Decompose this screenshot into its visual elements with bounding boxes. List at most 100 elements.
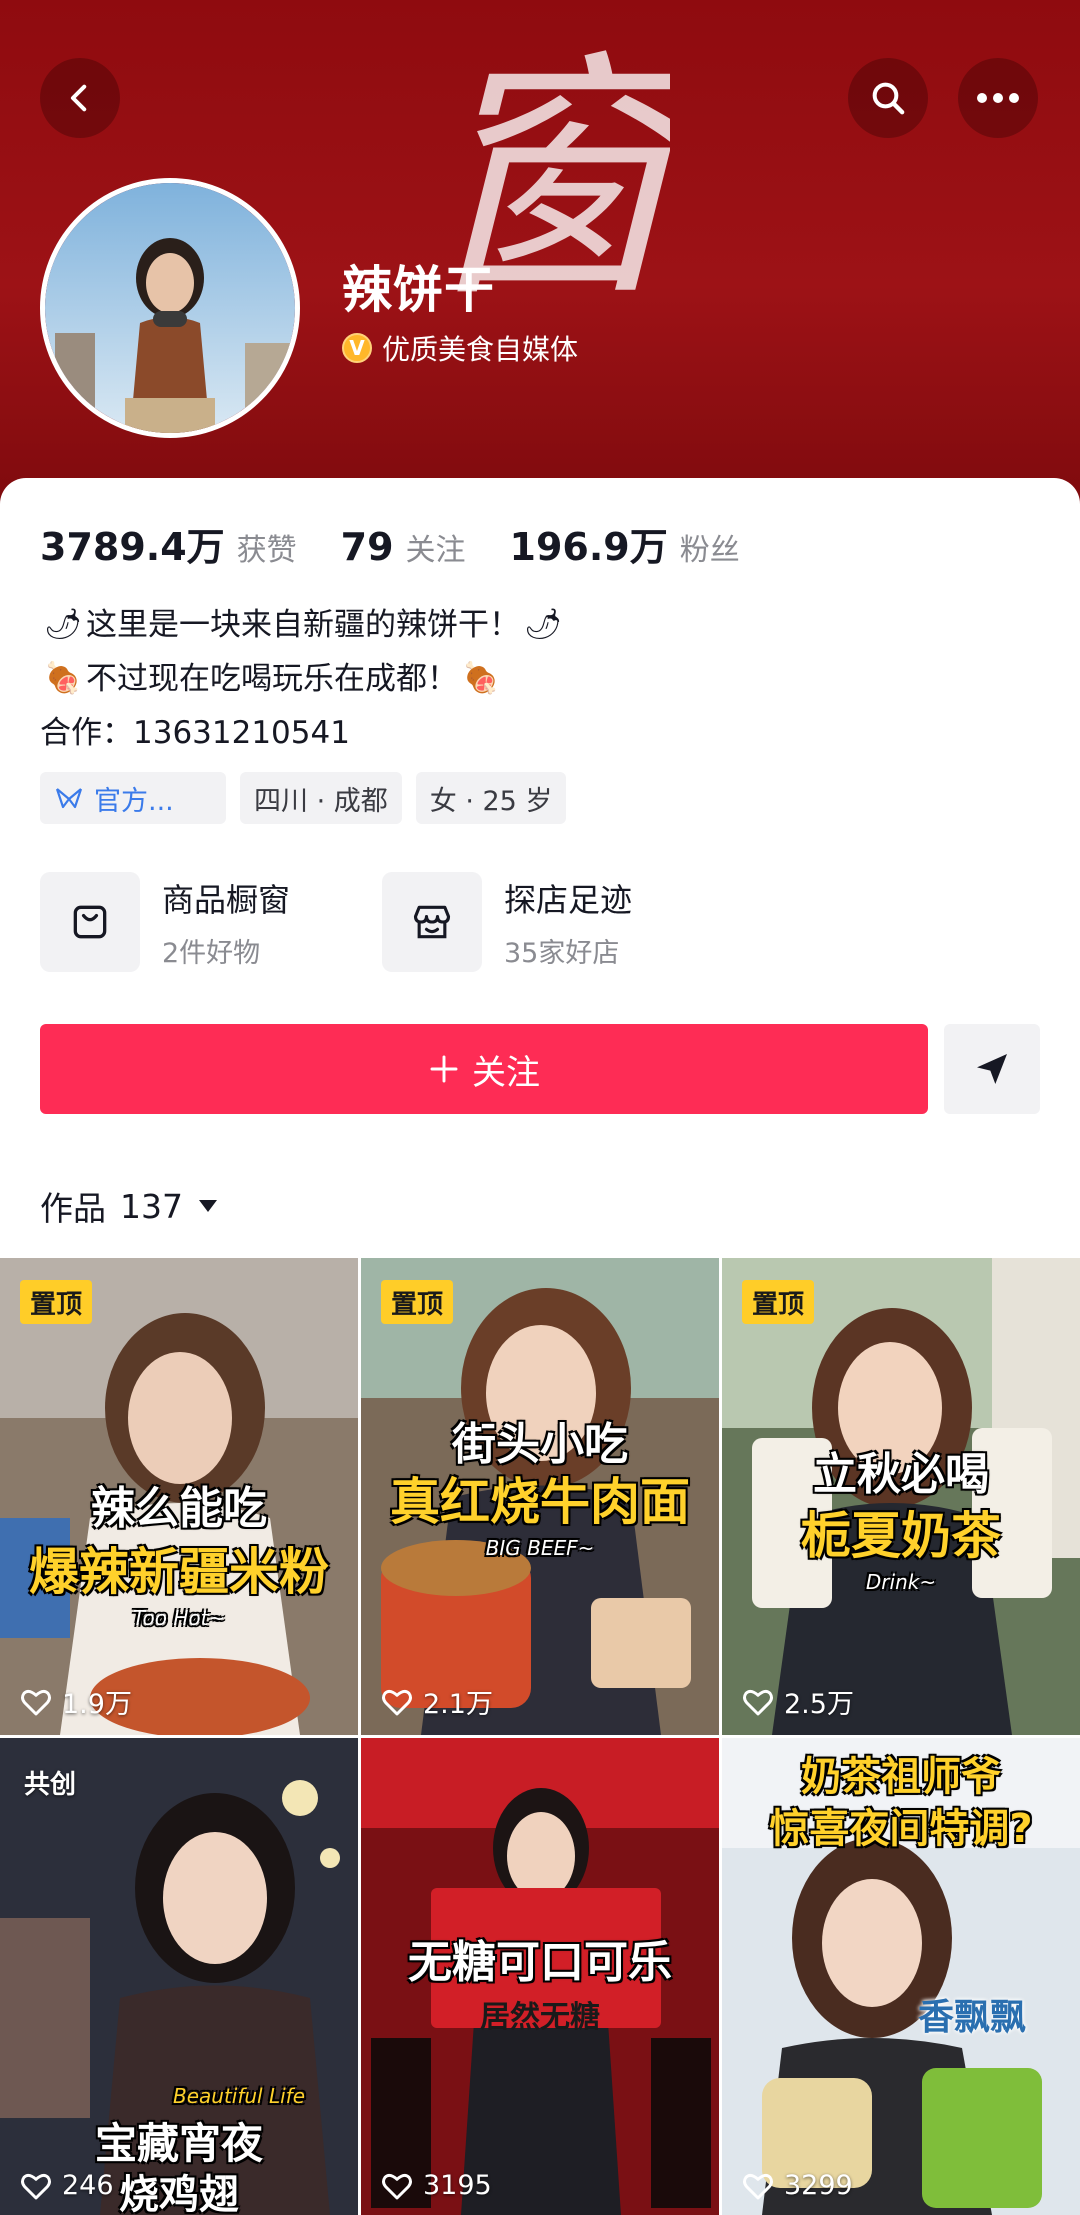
works-tab[interactable]: 作品 137 xyxy=(40,1182,219,1230)
like-count-text: 3299 xyxy=(784,2170,853,2201)
stat-fans[interactable]: 196.9万 粉丝 xyxy=(510,516,740,571)
plus-icon xyxy=(430,1055,458,1083)
bio-line-1-text: 这里是一块来自新疆的辣饼干！ xyxy=(86,607,520,643)
like-count-text: 2.5万 xyxy=(784,1689,854,1720)
heart-icon xyxy=(382,2173,412,2199)
product-showcase-sub: 2件好物 xyxy=(162,937,261,969)
video-caption-line3: Too Hot~ xyxy=(132,1606,226,1630)
product-showcase-entry[interactable]: 商品橱窗 2件好物 xyxy=(40,872,382,972)
back-button[interactable] xyxy=(40,58,120,138)
store-visits-sub: 35家好店 xyxy=(504,937,620,969)
video-caption-line1: Beautiful Life xyxy=(172,2084,306,2108)
like-count-text: 3195 xyxy=(423,2170,492,2201)
stat-likes[interactable]: 3789.4万 获赞 xyxy=(40,516,297,571)
video-caption-line1: 奶茶祖师爷 xyxy=(801,1754,1001,1800)
avatar-image xyxy=(45,183,295,433)
profile-header: 窗 辣饼干 V 优质美食自媒体 xyxy=(0,0,1080,520)
video-card[interactable]: 奶茶祖师爷 惊喜夜间特调? 香飘飘 3299 xyxy=(722,1738,1080,2215)
official-tag-label: 官方... xyxy=(94,785,174,817)
like-count: 246 xyxy=(20,2170,114,2201)
stat-likes-number: 3789.4万 xyxy=(40,525,225,569)
like-count-text: 2.1万 xyxy=(423,1689,493,1720)
official-account-icon xyxy=(55,788,83,809)
meat-icon: 🍖 xyxy=(462,661,500,696)
pinned-badge: 置顶 xyxy=(742,1280,815,1324)
video-caption-line1: 辣么能吃 xyxy=(91,1483,267,1534)
like-count-text: 1.9万 xyxy=(62,1689,132,1720)
video-caption-line2: 栀夏奶茶 xyxy=(801,1507,1001,1565)
search-icon xyxy=(872,82,905,115)
more-button[interactable] xyxy=(958,58,1038,138)
works-label: 作品 xyxy=(40,1189,106,1228)
tag-row: 官方... 四川 · 成都 女 · 25 岁 xyxy=(40,772,567,824)
video-caption-line3: 香飘飘 xyxy=(917,1997,1026,2038)
stat-fans-number: 196.9万 xyxy=(509,525,668,569)
video-caption-line2: 无糖可口可乐 xyxy=(408,1937,672,1988)
like-count: 3195 xyxy=(381,2170,492,2201)
video-card[interactable]: 置顶 街头小吃 真红烧牛肉面 BIG BEEF~ 2.1万 xyxy=(361,1258,719,1735)
bio-line-2: 🍖 不过现在吃喝玩乐在成都！ 🍖 xyxy=(40,652,566,706)
chili-pepper-icon: 🌶 xyxy=(523,607,563,642)
video-caption-line2: 真红烧牛肉面 xyxy=(390,1473,690,1531)
heart-icon xyxy=(21,2173,51,2199)
co-creation-badge: 共创 xyxy=(24,1769,77,1800)
product-showcase-title: 商品橱窗 xyxy=(162,880,291,919)
like-count: 3299 xyxy=(742,2170,853,2201)
like-count: 1.9万 xyxy=(20,1682,132,1721)
video-caption-line1: 立秋必喝 xyxy=(813,1449,989,1500)
heart-icon xyxy=(743,2173,773,2199)
bio-line-2-text: 不过现在吃喝玩乐在成都！ xyxy=(86,661,458,697)
store-icon xyxy=(382,872,482,972)
works-count: 137 xyxy=(120,1186,183,1226)
chevron-left-icon xyxy=(70,84,87,112)
follow-button[interactable]: 关注 xyxy=(40,1024,928,1114)
more-dots-icon xyxy=(977,93,1019,103)
store-visits-entry[interactable]: 探店足迹 35家好店 xyxy=(382,872,724,972)
video-caption-line2: 惊喜夜间特调? xyxy=(769,1806,1033,1852)
stat-following-number: 79 xyxy=(340,525,394,569)
video-card[interactable]: 无糖可口可乐 居然无糖 3195 xyxy=(361,1738,719,2215)
heart-icon xyxy=(743,1689,773,1715)
avatar[interactable] xyxy=(40,178,300,438)
like-count: 2.1万 xyxy=(381,1682,493,1721)
video-card[interactable]: 共创 Beautiful Life 宝藏宵夜 烧鸡翅 246 xyxy=(0,1738,358,2215)
video-grid: 置顶 辣么能吃 爆辣新疆米粉 Too Hot~ 1.9万 置顶 街头小吃 真红烧… xyxy=(0,1258,1080,2215)
stats-row: 3789.4万 获赞 79 关注 196.9万 粉丝 xyxy=(40,516,784,571)
stat-likes-label: 获赞 xyxy=(236,533,297,568)
follow-button-label: 关注 xyxy=(472,1052,540,1093)
video-card[interactable]: 置顶 辣么能吃 爆辣新疆米粉 Too Hot~ 1.9万 xyxy=(0,1258,358,1735)
video-card[interactable]: 置顶 立秋必喝 栀夏奶茶 Drink~ 2.5万 xyxy=(722,1258,1080,1735)
video-caption-line3: BIG BEEF~ xyxy=(485,1536,595,1560)
send-icon xyxy=(977,1054,1007,1084)
verified-badge-icon: V xyxy=(342,333,372,363)
pinned-badge: 置顶 xyxy=(20,1280,93,1324)
pinned-badge: 置顶 xyxy=(381,1280,454,1324)
profile-name: 辣饼干 xyxy=(342,261,495,319)
stat-following[interactable]: 79 关注 xyxy=(341,525,466,569)
bio-line-1: 🌶 这里是一块来自新疆的辣饼干！ 🌶 xyxy=(40,598,566,652)
video-caption-line3: Drink~ xyxy=(865,1570,937,1594)
heart-icon xyxy=(382,1689,412,1715)
gender-age-tag: 女 · 25 岁 xyxy=(415,772,567,824)
caret-down-icon xyxy=(199,1200,217,1212)
verify-label: 优质美食自媒体 xyxy=(382,333,579,366)
chili-pepper-icon: 🌶 xyxy=(43,607,83,642)
video-caption-line2: 爆辣新疆米粉 xyxy=(29,1543,329,1601)
stat-fans-label: 粉丝 xyxy=(679,533,740,568)
search-button[interactable] xyxy=(848,58,928,138)
meat-icon: 🍖 xyxy=(44,661,82,696)
like-count: 2.5万 xyxy=(742,1682,854,1721)
share-button[interactable] xyxy=(944,1024,1040,1114)
verify-row: V 优质美食自媒体 xyxy=(342,328,578,368)
like-count-text: 246 xyxy=(62,2170,114,2201)
video-caption-line3: 居然无糖 xyxy=(480,2000,600,2035)
bag-icon xyxy=(40,872,140,972)
store-visits-title: 探店足迹 xyxy=(504,880,633,919)
bio: 🌶 这里是一块来自新疆的辣饼干！ 🌶 🍖 不过现在吃喝玩乐在成都！ 🍖 合作：1… xyxy=(40,598,566,760)
stat-following-label: 关注 xyxy=(405,533,466,568)
official-tag[interactable]: 官方... xyxy=(40,772,226,824)
location-tag[interactable]: 四川 · 成都 xyxy=(240,772,402,824)
feature-entries: 商品橱窗 2件好物 探店足迹 35家好店 xyxy=(40,872,724,972)
bio-contact: 合作：13631210541 xyxy=(40,715,350,751)
heart-icon xyxy=(21,1689,51,1715)
